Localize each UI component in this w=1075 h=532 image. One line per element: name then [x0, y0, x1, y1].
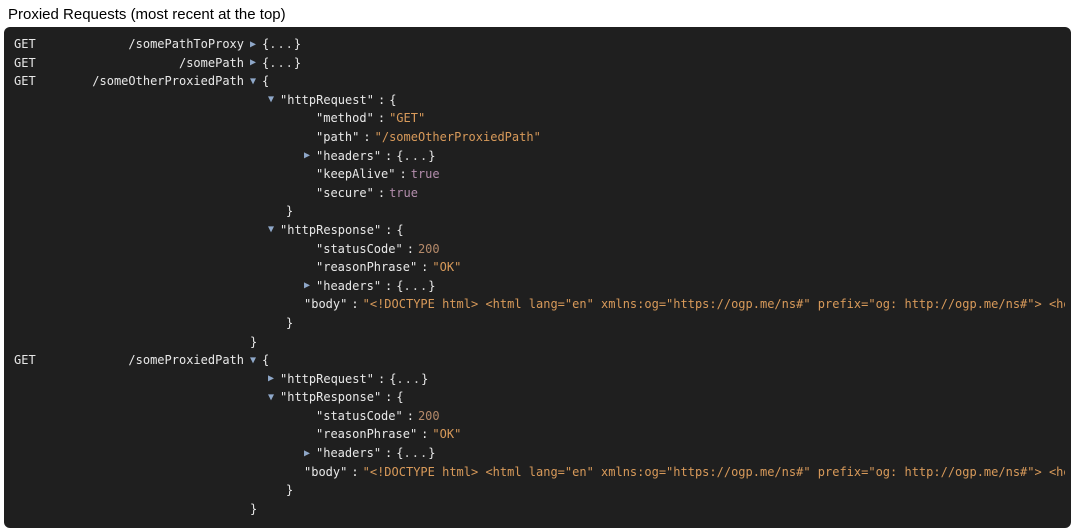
json-string: OK: [440, 260, 454, 274]
json-number: 200: [418, 407, 440, 426]
chevron-down-icon[interactable]: [250, 74, 262, 90]
json-brace: }: [294, 54, 301, 73]
json-key: body: [311, 465, 340, 479]
json-key: secure: [323, 186, 366, 200]
json-key: reasonPhrase: [323, 260, 410, 274]
request-method: GET: [10, 54, 54, 73]
request-path: /somePath: [54, 54, 250, 73]
json-key: method: [323, 111, 366, 125]
request-method: GET: [10, 35, 54, 54]
request-row: GET /somePath { ... }: [10, 54, 1065, 73]
json-brace: {: [389, 91, 396, 110]
chevron-right-icon[interactable]: [250, 37, 262, 53]
json-brace: {: [262, 72, 269, 91]
page-title: Proxied Requests (most recent at the top…: [8, 6, 1071, 23]
chevron-down-icon[interactable]: [268, 92, 280, 108]
request-method: GET: [10, 72, 54, 91]
json-key: keepAlive: [323, 167, 388, 181]
json-key: path: [323, 130, 352, 144]
json-key: headers: [323, 149, 374, 163]
json-key: httpResponse: [287, 223, 374, 237]
json-key: httpResponse: [287, 390, 374, 404]
json-string: /someOtherProxiedPath: [382, 130, 534, 144]
requests-panel: GET /somePathToProxy { ... } GET /somePa…: [4, 27, 1071, 528]
json-brace: }: [250, 500, 257, 519]
request-path: /somePathToProxy: [54, 35, 250, 54]
json-brace: {: [262, 35, 269, 54]
request-row: GET /somePathToProxy { ... }: [10, 35, 1065, 54]
chevron-right-icon[interactable]: [268, 371, 280, 387]
request-path: /someProxiedPath: [54, 351, 250, 370]
json-string: <!DOCTYPE html> <html lang="en" xmlns:og…: [370, 465, 1065, 479]
json-ellipsis: ...: [269, 54, 294, 73]
chevron-down-icon[interactable]: [250, 353, 262, 369]
request-row: GET /someProxiedPath { "httpRequest" : {…: [10, 351, 1065, 518]
json-brace: }: [294, 35, 301, 54]
chevron-right-icon[interactable]: [304, 278, 316, 294]
json-brace: }: [250, 333, 257, 352]
json-boolean: true: [389, 184, 418, 203]
json-string: <!DOCTYPE html> <html lang="en" xmlns:og…: [370, 297, 1065, 311]
json-brace: }: [286, 481, 293, 500]
json-boolean: true: [411, 165, 440, 184]
chevron-down-icon[interactable]: [268, 222, 280, 238]
json-key: httpRequest: [287, 372, 366, 386]
json-string: OK: [440, 427, 454, 441]
json-brace: {: [262, 351, 269, 370]
json-key: headers: [323, 279, 374, 293]
json-number: 200: [418, 240, 440, 259]
chevron-right-icon[interactable]: [304, 446, 316, 462]
json-ellipsis: ...: [404, 277, 429, 296]
json-string: GET: [396, 111, 418, 125]
chevron-right-icon[interactable]: [304, 148, 316, 164]
json-key: body: [311, 297, 340, 311]
json-key: httpRequest: [287, 93, 366, 107]
json-key: statusCode: [323, 242, 395, 256]
json-brace: {: [396, 221, 403, 240]
json-brace: }: [286, 202, 293, 221]
json-ellipsis: ...: [269, 35, 294, 54]
json-key: headers: [323, 446, 374, 460]
request-path: /someOtherProxiedPath: [54, 72, 250, 91]
json-ellipsis: ...: [396, 370, 421, 389]
chevron-right-icon[interactable]: [250, 55, 262, 71]
json-brace: {: [262, 54, 269, 73]
json-ellipsis: ...: [404, 147, 429, 166]
chevron-down-icon[interactable]: [268, 390, 280, 406]
json-brace: }: [286, 314, 293, 333]
request-row: GET /someOtherProxiedPath { "httpRequest…: [10, 72, 1065, 351]
request-method: GET: [10, 351, 54, 370]
json-ellipsis: ...: [404, 444, 429, 463]
json-key: reasonPhrase: [323, 427, 410, 441]
json-key: statusCode: [323, 409, 395, 423]
json-brace: {: [396, 388, 403, 407]
